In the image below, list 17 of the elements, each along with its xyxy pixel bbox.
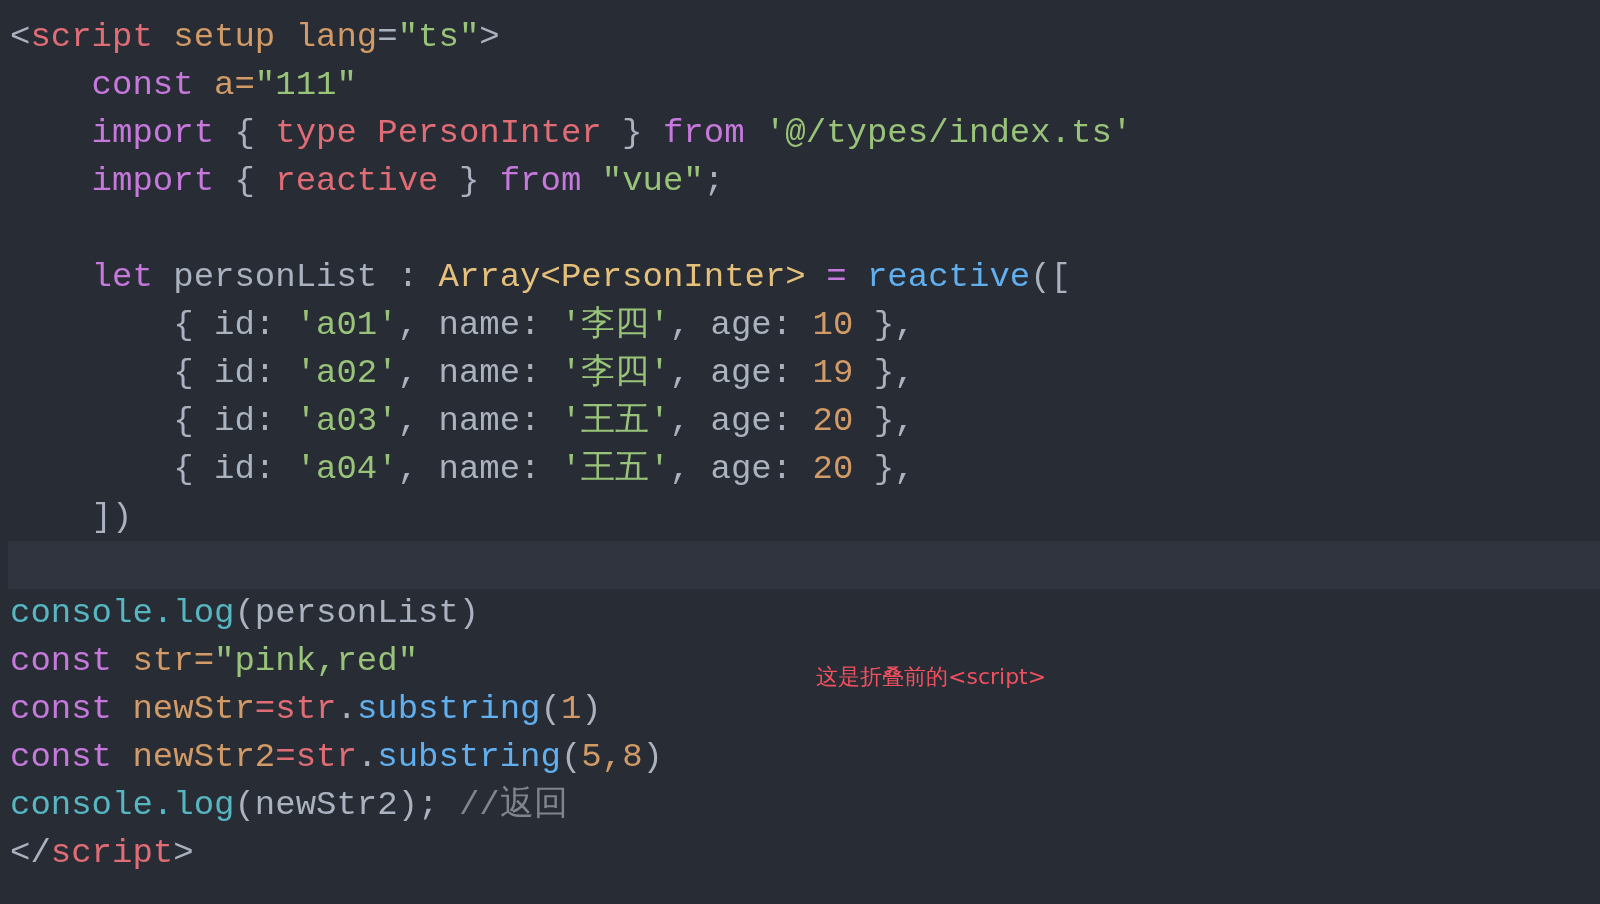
annotation-text: 这是折叠前的<script>: [816, 663, 1047, 691]
code-line: console.log(newStr2); //返回: [10, 785, 568, 826]
code-line: const newStr=str.substring(1): [10, 689, 602, 730]
code-line: import { type PersonInter } from '@/types/index.ts': [91, 113, 1133, 154]
code-line: import { reactive } from "vue";: [91, 161, 725, 202]
code-line: <script setup lang="ts">: [10, 17, 500, 58]
code-line: ]): [91, 497, 133, 538]
code-line: const str="pink,red": [10, 641, 419, 682]
code-line: { id: 'a01', name: '李四', age: 10 },: [173, 305, 915, 346]
code-line: console.log(personList): [10, 593, 480, 634]
code-line: const newStr2=str.substring(5,8): [10, 737, 663, 778]
code-line: { id: 'a02', name: '李四', age: 19 },: [173, 353, 915, 394]
code-line: { id: 'a03', name: '王五', age: 20 },: [173, 401, 915, 442]
code-line: </script>: [10, 833, 194, 874]
code-line: { id: 'a04', name: '王五', age: 20 },: [173, 449, 915, 490]
code-line: let personList : Array<PersonInter> = reactive([: [91, 257, 1071, 298]
code-line: const a="111": [91, 65, 357, 106]
